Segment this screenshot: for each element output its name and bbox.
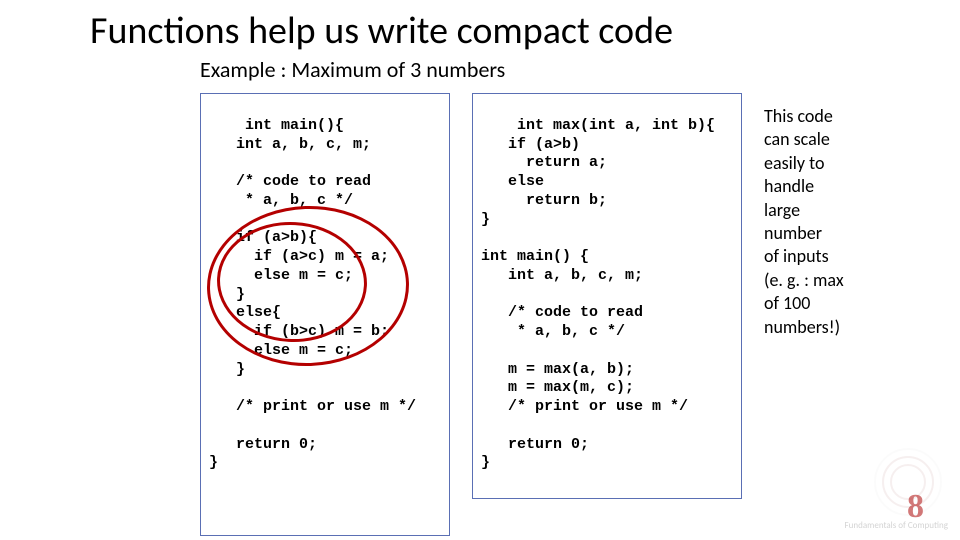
code-right-text: int max(int a, int b){ if (a>b) return a… (481, 117, 715, 472)
page-number: 8 (907, 488, 924, 526)
code-box-left: int main(){ int a, b, c, m; /* code to r… (200, 93, 450, 536)
watermark-caption: Fundamentals of Computing (845, 521, 948, 530)
side-note: This code can scale easily to handle lar… (764, 93, 894, 339)
content-row: int main(){ int a, b, c, m; /* code to r… (0, 83, 960, 536)
slide-subtitle: Example : Maximum of 3 numbers (0, 54, 960, 83)
slide-title: Functions help us write compact code (0, 0, 960, 54)
code-box-right: int max(int a, int b){ if (a>b) return a… (472, 93, 742, 499)
